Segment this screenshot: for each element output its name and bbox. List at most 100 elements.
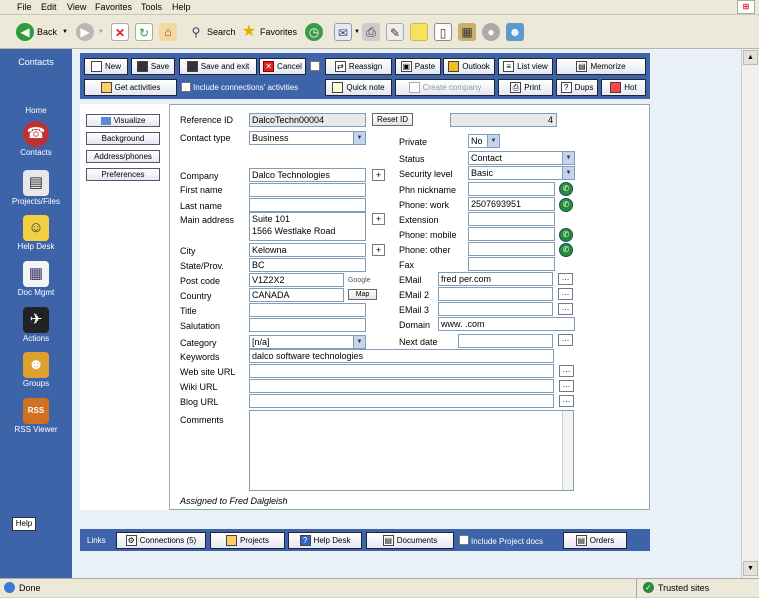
last-name-field[interactable]: [249, 198, 366, 212]
domain-field[interactable]: www. .com: [438, 317, 575, 331]
add-address-button[interactable]: +: [372, 213, 385, 225]
save-button[interactable]: Save: [131, 58, 175, 75]
edit-button[interactable]: ✎: [386, 21, 404, 43]
comments-scrollbar[interactable]: [562, 411, 573, 490]
email2-options-button[interactable]: …: [558, 288, 573, 300]
wiki-field[interactable]: [249, 379, 554, 393]
menu-edit[interactable]: Edit: [41, 2, 57, 12]
add-city-button[interactable]: +: [372, 244, 385, 256]
cancel-button[interactable]: ✕ Cancel: [259, 58, 306, 75]
favorites-button[interactable]: ★ Favorites: [240, 21, 297, 43]
connections-button[interactable]: ⚙ Connections (5): [116, 532, 206, 549]
email-field[interactable]: fred per.com: [438, 272, 553, 286]
email-options-button[interactable]: …: [558, 273, 573, 285]
email3-options-button[interactable]: …: [558, 303, 573, 315]
paste-button[interactable]: ▣ Paste: [395, 58, 441, 75]
add-company-button[interactable]: +: [372, 169, 385, 181]
print-button[interactable]: ⎙ Print: [498, 79, 553, 96]
security-level-select[interactable]: Basic ▼: [468, 166, 575, 180]
search-button[interactable]: ⚲ Search: [187, 21, 236, 43]
background-button[interactable]: Background: [86, 132, 160, 145]
reference-id-field[interactable]: DalcoTechn00004: [249, 113, 366, 127]
blog-options-button[interactable]: …: [559, 395, 574, 407]
projects-button[interactable]: Projects: [210, 532, 285, 549]
keywords-field[interactable]: dalco software technologies: [249, 349, 554, 363]
preferences-button[interactable]: Preferences: [86, 168, 160, 181]
private-select[interactable]: No ▼: [468, 134, 500, 148]
phone-mobile-field[interactable]: [468, 227, 555, 241]
home-button[interactable]: ⌂: [159, 21, 177, 43]
quick-note-button[interactable]: Quick note: [325, 79, 392, 96]
next-date-field[interactable]: [458, 334, 553, 348]
contact-type-select[interactable]: Business ▼: [249, 131, 366, 145]
menu-file[interactable]: File: [17, 2, 32, 12]
phone-work-field[interactable]: 2507693951: [468, 197, 555, 211]
company-field[interactable]: Dalco Technologies: [249, 168, 366, 182]
email3-field[interactable]: [438, 302, 553, 316]
reset-id-button[interactable]: Reset ID: [372, 113, 413, 126]
post-code-field[interactable]: V1Z2X2: [249, 273, 344, 287]
history-button[interactable]: ◷: [305, 21, 323, 43]
back-button[interactable]: ◀ Back ▼: [16, 21, 68, 43]
date-picker-button[interactable]: …: [558, 334, 573, 346]
blog-field[interactable]: [249, 394, 554, 408]
sidebar-item-actions[interactable]: ✈ Actions: [0, 307, 72, 343]
email2-field[interactable]: [438, 287, 553, 301]
print-button[interactable]: ⎙: [362, 21, 380, 43]
new-button[interactable]: New: [84, 58, 128, 75]
extension-field[interactable]: [468, 212, 555, 226]
phone-icon[interactable]: ✆: [559, 243, 573, 257]
create-company-button[interactable]: Create company: [395, 79, 495, 96]
menu-favorites[interactable]: Favorites: [95, 2, 132, 12]
help-desk-button[interactable]: ? Help Desk: [288, 532, 362, 549]
include-project-docs-checkbox[interactable]: [459, 535, 469, 545]
title-field[interactable]: [249, 303, 366, 317]
salutation-field[interactable]: [249, 318, 366, 332]
fax-field[interactable]: [468, 257, 555, 271]
vertical-scrollbar[interactable]: ▲ ▼: [741, 49, 759, 578]
status-select[interactable]: Contact ▼: [468, 151, 575, 165]
sidebar-item-rss-viewer[interactable]: RSS RSS Viewer: [0, 398, 72, 434]
help-button[interactable]: Help: [12, 517, 36, 531]
phone-icon[interactable]: ✆: [559, 198, 573, 212]
option-checkbox[interactable]: [310, 61, 320, 71]
mail-button[interactable]: ✉ ▼: [334, 21, 360, 43]
scroll-down-icon[interactable]: ▼: [743, 561, 758, 576]
research-button[interactable]: ▦: [458, 21, 476, 43]
menu-view[interactable]: View: [67, 2, 86, 12]
menu-tools[interactable]: Tools: [141, 2, 162, 12]
scroll-up-icon[interactable]: ▲: [743, 50, 758, 65]
map-button[interactable]: Map: [348, 289, 377, 300]
sidebar-item-groups[interactable]: ☻ Groups: [0, 352, 72, 388]
save-exit-button[interactable]: Save and exit: [179, 58, 257, 75]
google-link[interactable]: Google: [348, 277, 371, 284]
sidebar-item-contacts[interactable]: ☎ Contacts: [0, 121, 72, 157]
sidebar-item-projects[interactable]: ▤ Projects/Files: [0, 170, 72, 206]
dups-button[interactable]: ? Dups: [556, 79, 598, 96]
orders-button[interactable]: ▤ Orders: [563, 532, 627, 549]
sidebar-item-home[interactable]: Home: [0, 106, 72, 115]
refresh-button[interactable]: ↻: [135, 21, 153, 43]
website-field[interactable]: [249, 364, 554, 378]
address-phones-button[interactable]: Address/phones: [86, 150, 160, 163]
phone-icon[interactable]: ✆: [559, 182, 573, 196]
forward-button[interactable]: ▶ ▼: [76, 21, 104, 43]
discuss-button[interactable]: ▯: [434, 21, 452, 43]
website-options-button[interactable]: …: [559, 365, 574, 377]
list-view-button[interactable]: ≡ List view: [498, 58, 553, 75]
reassign-button[interactable]: ⇄ Reassign: [325, 58, 392, 75]
people-button[interactable]: ☻: [506, 21, 524, 43]
state-field[interactable]: BC: [249, 258, 366, 272]
stop-button[interactable]: ✕: [111, 21, 129, 43]
include-connections-checkbox[interactable]: [181, 82, 191, 92]
messenger-button[interactable]: ●: [482, 21, 500, 43]
country-field[interactable]: CANADA: [249, 288, 344, 302]
category-select[interactable]: [n/a] ▼: [249, 335, 366, 349]
memorize-button[interactable]: ▤ Memorize: [556, 58, 646, 75]
city-field[interactable]: Kelowna: [249, 243, 366, 257]
phone-icon[interactable]: ✆: [559, 228, 573, 242]
notes-button[interactable]: [410, 21, 428, 43]
menu-help[interactable]: Help: [172, 2, 191, 12]
main-address-field[interactable]: Suite 101 1566 Westlake Road: [249, 212, 366, 241]
phn-nickname-field[interactable]: [468, 182, 555, 196]
